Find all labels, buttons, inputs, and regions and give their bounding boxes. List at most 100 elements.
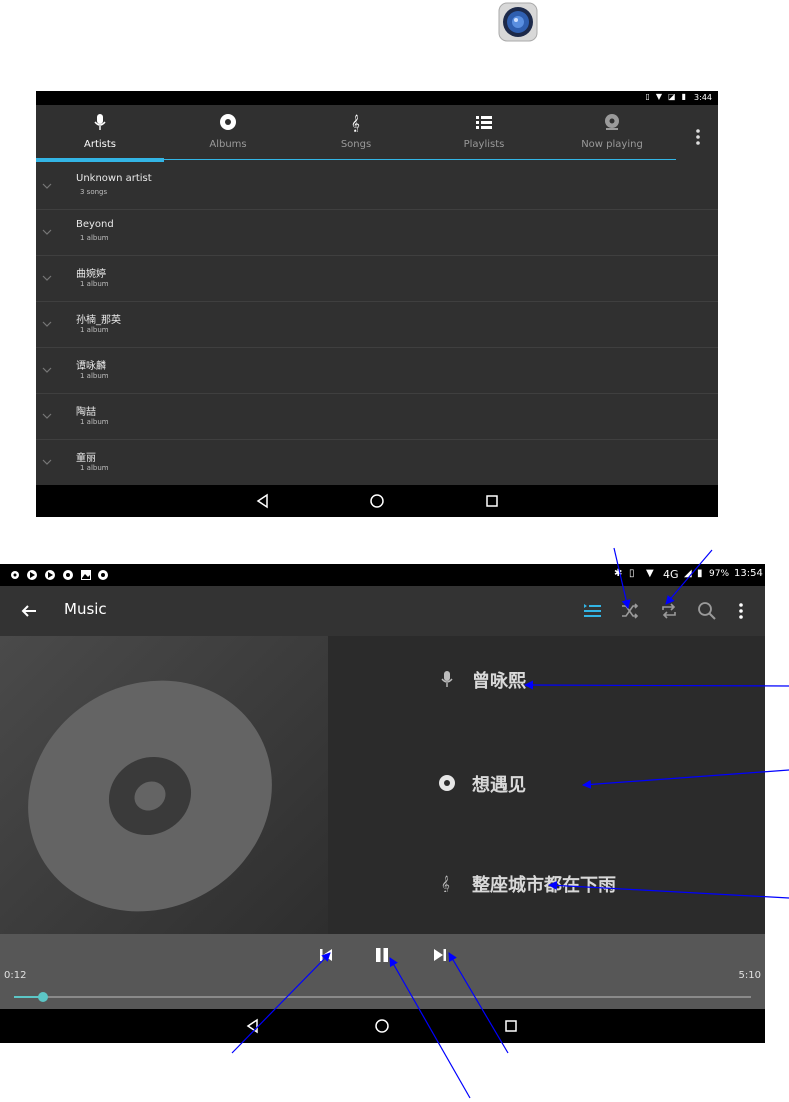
home-nav-icon[interactable] (374, 1018, 390, 1034)
artist-row[interactable]: 谭咏麟 1 album (36, 347, 718, 394)
treble-clef-icon: 𝄞 (351, 114, 360, 132)
artist-row[interactable]: Beyond 1 album (36, 209, 718, 256)
chevron-down-icon[interactable] (41, 273, 53, 283)
chevron-down-icon[interactable] (41, 365, 53, 375)
active-tab-indicator (36, 158, 164, 162)
tab-songs[interactable]: 𝄞 Songs (292, 105, 420, 155)
signal-icon: ◢ (684, 568, 692, 579)
artist-name: 童丽 (76, 453, 96, 464)
artist-count: 1 album (80, 326, 109, 334)
music-player-screen: ✱ ▯ ▼ 4G ◢ ▮ 97% 13:54 Music 曾咏熙 想遇见 𝄞 整… (0, 564, 765, 1043)
chevron-down-icon[interactable] (41, 227, 53, 237)
artist-count: 1 album (80, 372, 109, 380)
no-sim-icon: ◪ (668, 92, 676, 101)
tab-label: Now playing (581, 139, 643, 150)
svg-text:𝄞: 𝄞 (351, 114, 360, 132)
speaker-icon (498, 2, 538, 42)
tab-artists[interactable]: Artists (36, 105, 164, 155)
network-type: 4G (663, 568, 679, 581)
artist-count: 1 album (80, 464, 109, 472)
battery-icon: ▮ (697, 568, 703, 579)
recents-nav-icon[interactable] (484, 493, 500, 509)
music-library-screen: ▯ ▼ ◪ ▮ 3:44 Artists Albums 𝄞 Songs Play… (36, 91, 718, 517)
default-album-art-disc-icon (28, 680, 272, 912)
seek-bar-thumb[interactable] (38, 992, 49, 1002)
page-title: Music (64, 600, 107, 618)
artist-row[interactable]: Unknown artist 3 songs (36, 163, 718, 210)
back-nav-icon[interactable] (245, 1018, 261, 1034)
artist-name: 陶喆 (76, 407, 96, 418)
vibrate-icon: ▯ (645, 92, 650, 101)
tab-label: Artists (84, 139, 116, 150)
artist-name: Beyond (76, 219, 114, 230)
battery-level: 97% (709, 569, 730, 579)
artist-name: 曾咏熙 (472, 671, 526, 692)
album-art (0, 636, 328, 934)
action-bar: Music (0, 586, 765, 636)
disc-icon (439, 775, 455, 791)
artist-row[interactable]: 孙楠_那英 1 album (36, 301, 718, 348)
artist-name: Unknown artist (76, 173, 152, 184)
overflow-menu-icon[interactable] (736, 601, 746, 621)
artist-name: 孙楠_那英 (76, 315, 121, 326)
tab-now-playing[interactable]: Now playing (548, 105, 676, 155)
repeat-icon[interactable] (659, 601, 679, 621)
home-nav-icon[interactable] (369, 493, 385, 509)
shuffle-icon[interactable] (620, 601, 640, 621)
tab-albums[interactable]: Albums (164, 105, 292, 155)
artist-row[interactable]: 曲婉婷 1 album (36, 255, 718, 302)
svg-text:𝄞: 𝄞 (441, 875, 450, 892)
tab-label: Songs (340, 139, 372, 150)
seek-bar-track[interactable] (14, 996, 751, 998)
pause-icon[interactable] (374, 947, 390, 963)
artist-count: 1 album (80, 280, 109, 288)
wifi-icon: ▼ (646, 568, 654, 579)
artist-count: 1 album (80, 234, 109, 242)
battery-icon: ▮ (681, 92, 686, 101)
microphone-icon (441, 671, 453, 687)
library-tabs: Artists Albums 𝄞 Songs Playlists Now pla… (36, 105, 718, 155)
queue-list-icon[interactable] (583, 601, 603, 621)
wifi-icon: ▼ (655, 92, 663, 101)
artist-row[interactable]: 陶喆 1 album (36, 393, 718, 440)
artist-row[interactable]: 童丽 1 album (36, 439, 718, 486)
treble-clef-icon: 𝄞 (441, 875, 450, 892)
notification-icons (11, 570, 108, 580)
status-bar: ✱ ▯ ▼ 4G ◢ ▮ 97% 13:54 (0, 564, 765, 586)
chevron-down-icon[interactable] (41, 181, 53, 191)
now-playing-icon (605, 114, 619, 130)
microphone-icon (94, 114, 106, 130)
tab-label: Playlists (463, 139, 505, 150)
chevron-down-icon[interactable] (41, 457, 53, 467)
album-name: 想遇见 (472, 775, 526, 796)
artist-count: 3 songs (80, 188, 108, 196)
back-nav-icon[interactable] (255, 493, 271, 509)
search-icon[interactable] (697, 601, 717, 621)
total-time: 5:10 (738, 970, 761, 981)
track-info: 曾咏熙 想遇见 𝄞 整座城市都在下雨 (328, 636, 765, 934)
artist-name: 曲婉婷 (76, 269, 106, 280)
status-time: 13:54 (734, 568, 763, 579)
overflow-menu-icon[interactable] (692, 127, 704, 147)
tab-label: Albums (209, 139, 247, 150)
playback-controls: 0:12 5:10 (0, 934, 765, 1009)
navigation-bar (36, 485, 718, 517)
artist-count: 1 album (80, 418, 109, 426)
back-arrow-icon[interactable] (20, 602, 38, 620)
status-bar: ▯ ▼ ◪ ▮ 3:44 (36, 91, 718, 105)
navigation-bar (0, 1009, 765, 1043)
status-time: 3:44 (694, 93, 712, 102)
elapsed-time: 0:12 (4, 970, 27, 981)
next-track-icon[interactable] (432, 947, 448, 963)
bluetooth-icon: ✱ (614, 568, 623, 579)
artist-name: 谭咏麟 (76, 361, 106, 372)
previous-track-icon[interactable] (318, 947, 334, 963)
song-title: 整座城市都在下雨 (472, 875, 616, 896)
chevron-down-icon[interactable] (41, 319, 53, 329)
vibrate-icon: ▯ (629, 568, 635, 579)
recents-nav-icon[interactable] (503, 1018, 519, 1034)
list-icon (476, 116, 492, 129)
tab-playlists[interactable]: Playlists (420, 105, 548, 155)
disc-icon (220, 114, 236, 130)
chevron-down-icon[interactable] (41, 411, 53, 421)
